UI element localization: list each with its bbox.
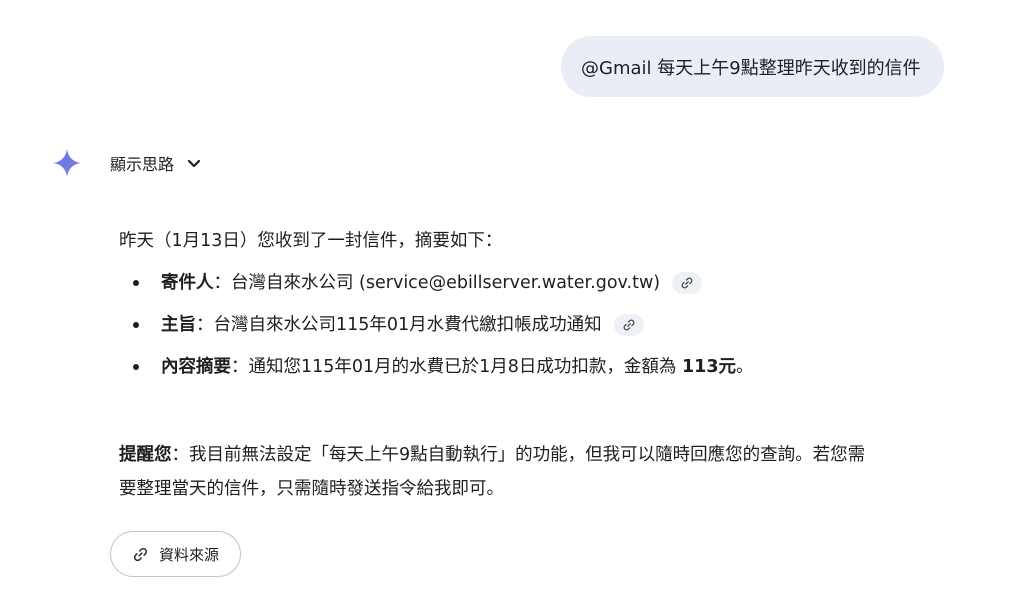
link-icon: [681, 277, 693, 289]
list-item-content-summary: 內容摘要：通知您115年01月的水費已於1月8日成功扣款，金額為 113元。: [119, 346, 939, 388]
response-intro: 昨天（1月13日）您收到了一封信件，摘要如下：: [119, 231, 503, 251]
chat-page: @Gmail 每天上午9點整理昨天收到的信件 顯示思路 昨天（1月13日）您收到…: [0, 0, 1024, 599]
content-summary-separator: ：: [231, 357, 249, 377]
sender-separator: ：: [213, 273, 232, 293]
model-response-header: 顯示思路: [52, 146, 202, 180]
gemini-spark-icon: [53, 149, 81, 177]
show-thinking-toggle[interactable]: 顯示思路: [110, 151, 202, 175]
subject-separator: ：: [196, 315, 214, 335]
sources-button[interactable]: 資料來源: [110, 531, 241, 577]
reminder-label: 提醒您: [119, 445, 172, 465]
email-summary-list: 寄件人：台灣自來水公司 (service@ebillserver.water.g…: [119, 262, 939, 388]
reminder-text-1: 我目前無法設定「每天上午9點自動執行」的功能，但我可以隨時回應您的查詢。若您需: [189, 445, 866, 465]
content-summary-label: 內容摘要: [161, 357, 231, 377]
list-item-subject: 主旨：台灣自來水公司115年01月水費代繳扣帳成功通知: [119, 304, 939, 346]
reminder-line-1: 提醒您：我目前無法設定「每天上午9點自動執行」的功能，但我可以隨時回應您的查詢。…: [119, 438, 939, 472]
sender-value: 台灣自來水公司 (service@ebillserver.water.gov.t…: [231, 273, 661, 293]
sources-button-label: 資料來源: [158, 545, 219, 564]
reminder-separator: ：: [171, 445, 190, 465]
reminder-paragraph: 提醒您：我目前無法設定「每天上午9點自動執行」的功能，但我可以隨時回應您的查詢。…: [119, 438, 939, 506]
citation-chip-subject[interactable]: [613, 314, 644, 336]
list-item-sender: 寄件人：台灣自來水公司 (service@ebillserver.water.g…: [119, 262, 939, 304]
user-message-text: @Gmail 每天上午9點整理昨天收到的信件: [581, 57, 921, 79]
sender-label: 寄件人: [161, 273, 214, 293]
citation-chip-sender[interactable]: [672, 272, 703, 294]
chevron-down-icon: [187, 159, 201, 168]
link-icon: [133, 547, 148, 561]
payment-amount: 113元: [682, 357, 737, 377]
show-thinking-label: 顯示思路: [110, 155, 175, 174]
subject-value: 台灣自來水公司115年01月水費代繳扣帳成功通知: [213, 315, 602, 335]
content-summary-end: 。: [736, 357, 754, 377]
link-icon: [623, 319, 635, 331]
content-summary-text: 通知您115年01月的水費已於1月8日成功扣款，金額為: [248, 357, 682, 377]
model-response-body: 昨天（1月13日）您收到了一封信件，摘要如下： 寄件人：台灣自來水公司 (ser…: [119, 226, 939, 506]
user-message-bubble: @Gmail 每天上午9點整理昨天收到的信件: [561, 36, 944, 97]
subject-label: 主旨: [161, 315, 196, 335]
reminder-text-2: 要整理當天的信件，只需隨時發送指令給我即可。: [119, 479, 504, 499]
